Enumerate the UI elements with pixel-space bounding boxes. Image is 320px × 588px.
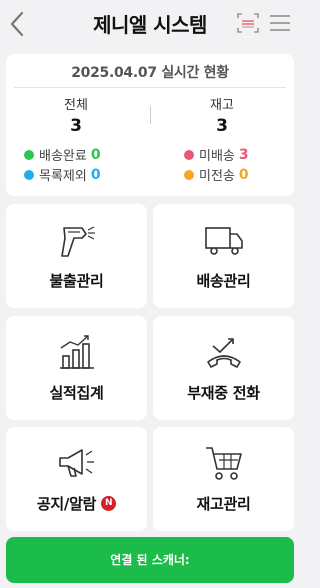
- legend-delivered: 배송완료 0: [24, 145, 101, 164]
- tile-label: 재고관리: [196, 495, 251, 513]
- tile-performance-summary[interactable]: 실적집계: [6, 316, 147, 420]
- tile-release-management[interactable]: 불출관리: [6, 204, 147, 308]
- status-dot-icon: [184, 149, 194, 160]
- status-summary-card: 2025.04.07 실시간 현황 전체 3 재고 3 배송완료 0 미배송 3…: [6, 54, 294, 196]
- hamburger-menu-icon[interactable]: [268, 12, 292, 34]
- status-dot-icon: [24, 149, 34, 160]
- divider: [14, 87, 286, 88]
- stock-stat: 재고 3: [162, 94, 282, 136]
- megaphone-icon: [59, 449, 94, 477]
- tile-label: 불출관리: [49, 272, 104, 290]
- status-dot-icon: [184, 169, 194, 180]
- legend-label: 배송완료: [39, 149, 87, 164]
- legend-undelivered: 미배송 3: [184, 145, 249, 164]
- stock-label: 재고: [210, 98, 234, 113]
- summary-date: 2025.04.07 실시간 현황: [71, 65, 229, 81]
- stock-value: 3: [216, 116, 228, 136]
- legend-value: 3: [238, 146, 249, 163]
- legend-label: 목록제외: [39, 169, 87, 184]
- connected-scanner-button[interactable]: 연결 된 스캐너:: [6, 537, 294, 583]
- legend-value: 0: [90, 146, 101, 163]
- app-header: 제니엘 시스템: [0, 0, 300, 48]
- tile-inventory-management[interactable]: 재고관리: [153, 427, 294, 531]
- bar-chart-icon: [60, 335, 94, 369]
- new-badge: N: [101, 496, 117, 511]
- tile-label-row: 공지/알람 N: [6, 493, 147, 514]
- tile-delivery-management[interactable]: 배송관리: [153, 204, 294, 308]
- delivery-truck-icon: [205, 227, 243, 255]
- shopping-cart-icon: [206, 447, 242, 480]
- missed-call-icon: [207, 338, 241, 368]
- tile-label: 부재중 전화: [187, 384, 260, 402]
- tile-missed-calls[interactable]: 부재중 전화: [153, 316, 294, 420]
- status-dot-icon: [24, 169, 34, 180]
- tile-notice-alarm[interactable]: 공지/알람 N: [6, 427, 147, 531]
- legend-unsent: 미전송 0: [184, 165, 249, 184]
- legend-label: 미전송: [199, 169, 235, 184]
- tile-label: 실적집계: [49, 384, 104, 402]
- legend-value: 0: [238, 166, 249, 183]
- legend-label: 미배송: [199, 149, 235, 164]
- total-value: 3: [70, 116, 82, 136]
- total-label: 전체: [64, 98, 88, 113]
- barcode-scan-icon[interactable]: [236, 11, 260, 35]
- tile-label: 공지/알람: [36, 495, 97, 513]
- divider: [150, 106, 151, 124]
- barcode-scanner-icon: [61, 226, 95, 257]
- tile-label: 배송관리: [196, 272, 251, 290]
- legend-excluded: 목록제외 0: [24, 165, 101, 184]
- total-stat: 전체 3: [16, 94, 136, 136]
- legend-value: 0: [90, 166, 101, 183]
